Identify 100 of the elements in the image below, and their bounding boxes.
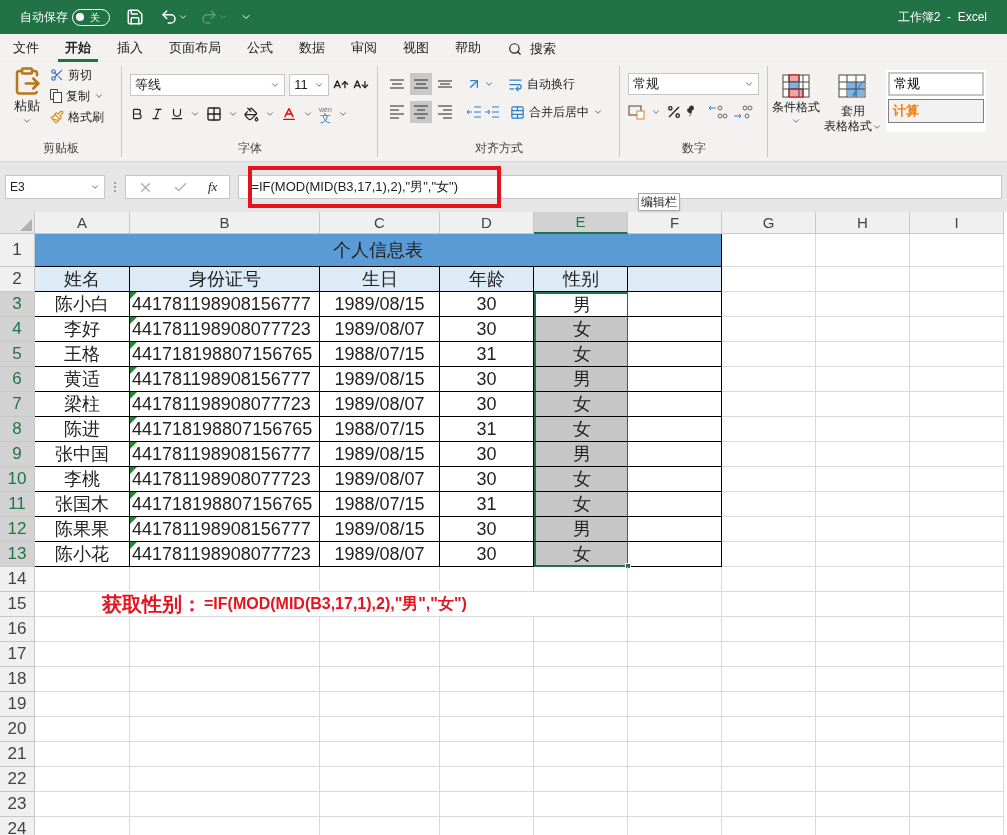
column-header[interactable]: G: [722, 212, 816, 234]
wrap-text-button[interactable]: 自动换行: [508, 75, 575, 93]
column-header[interactable]: A: [35, 212, 130, 234]
caret-icon: [228, 109, 238, 119]
align-right-icon: [438, 105, 452, 119]
borders-icon[interactable]: [206, 106, 222, 122]
increase-decimal-icon[interactable]: [708, 104, 728, 120]
align-button[interactable]: [410, 101, 432, 123]
merge-center-button[interactable]: 合并后居中: [510, 103, 603, 121]
grid-cell[interactable]: [628, 342, 722, 367]
grid-cell[interactable]: [628, 367, 722, 392]
row-header: 20: [0, 717, 35, 742]
comma-icon[interactable]: [687, 105, 695, 119]
caret-icon: [791, 116, 801, 126]
copy-icon: [50, 89, 62, 103]
row-header: 8: [0, 417, 35, 442]
increase-indent-icon[interactable]: [484, 105, 500, 119]
italic-icon[interactable]: [150, 107, 164, 121]
row-header: 1: [0, 234, 35, 267]
table-cell: 441718198807156765: [130, 417, 320, 442]
caret-icon: [218, 12, 228, 22]
table-cell: 王格: [35, 342, 130, 367]
table-cell: 李桃: [35, 467, 130, 492]
scissors-icon: [50, 68, 64, 82]
accounting-icon[interactable]: [628, 104, 646, 120]
table-format-icon: [838, 74, 868, 100]
menu-tab[interactable]: 数据: [292, 36, 332, 62]
menu-tab[interactable]: 文件: [6, 36, 46, 62]
column-header[interactable]: I: [910, 212, 1004, 234]
select-all-button[interactable]: [0, 212, 35, 234]
column-header[interactable]: B: [130, 212, 320, 234]
menu-tab[interactable]: 公式: [240, 36, 280, 62]
paste-button[interactable]: 粘贴: [8, 66, 46, 139]
table-cell: 1988/07/15: [320, 492, 440, 517]
bold-icon[interactable]: [130, 107, 144, 121]
grid-cell[interactable]: [628, 467, 722, 492]
decrease-indent-icon[interactable]: [466, 105, 482, 119]
font-name-field[interactable]: 等线: [130, 74, 286, 96]
menu-tab[interactable]: 审阅: [344, 36, 384, 62]
table-cell: 陈小白: [35, 292, 130, 317]
grid-cell[interactable]: [628, 392, 722, 417]
undo-icon[interactable]: [160, 8, 178, 26]
decrease-decimal-icon[interactable]: [733, 104, 753, 120]
row-header: 21: [0, 742, 35, 767]
row-header: 15: [0, 592, 35, 617]
column-header[interactable]: E: [534, 212, 628, 234]
menu-tab[interactable]: 插入: [110, 36, 150, 62]
row-header: 13: [0, 542, 35, 567]
column-header[interactable]: D: [440, 212, 534, 234]
grid-cell[interactable]: [628, 492, 722, 517]
menu-tab[interactable]: 帮助: [448, 36, 488, 62]
caret-icon: [90, 182, 100, 192]
search-button[interactable]: 搜索: [500, 36, 564, 62]
row-header: 4: [0, 317, 35, 342]
table-format-button[interactable]: 套用 表格格式: [824, 74, 882, 157]
align-button[interactable]: [410, 73, 432, 95]
fill-color-icon[interactable]: [244, 106, 259, 122]
underline-icon[interactable]: [170, 107, 184, 121]
table-cell: 梁柱: [35, 392, 130, 417]
caret-icon: [744, 79, 754, 89]
number-format-field[interactable]: 常规: [628, 73, 759, 95]
table-cell: 441718198807156765: [130, 342, 320, 367]
grid-cell[interactable]: [628, 442, 722, 467]
percent-icon[interactable]: [666, 104, 682, 120]
redo-icon[interactable]: [200, 8, 218, 26]
row-header: 7: [0, 392, 35, 417]
column-header[interactable]: H: [816, 212, 910, 234]
align-middle-icon: [414, 79, 428, 89]
table-cell: 女: [534, 542, 628, 567]
insert-function-button[interactable]: fx: [208, 177, 218, 197]
save-icon[interactable]: [126, 8, 144, 26]
grid-cell[interactable]: [628, 292, 722, 317]
table-cell: 女: [534, 492, 628, 517]
conditional-format-button[interactable]: 条件格式: [772, 74, 820, 157]
column-header[interactable]: C: [320, 212, 440, 234]
caret-icon: [651, 107, 661, 117]
caret-icon: [265, 109, 275, 119]
format-painter-button[interactable]: 格式刷: [50, 108, 104, 126]
grid-cell[interactable]: [628, 317, 722, 342]
table-cell: 女: [534, 317, 628, 342]
table-cell: 女: [534, 342, 628, 367]
cut-button[interactable]: 剪切: [50, 66, 104, 84]
row-header: 2: [0, 267, 35, 292]
cell-style-item[interactable]: 常规: [888, 72, 984, 96]
align-bottom-icon: [438, 80, 452, 88]
row-header: 14: [0, 567, 35, 592]
grid-cell[interactable]: [628, 417, 722, 442]
name-box[interactable]: E3: [5, 175, 105, 199]
copy-button[interactable]: 复制: [50, 87, 104, 105]
row-header: 18: [0, 667, 35, 692]
column-header[interactable]: F: [628, 212, 722, 234]
font-color-icon[interactable]: [281, 106, 297, 122]
grid-cell[interactable]: [628, 542, 722, 567]
menu-tab[interactable]: 视图: [396, 36, 436, 62]
menu-tab[interactable]: 页面布局: [162, 36, 228, 62]
table-cell: 441781198908077723: [130, 542, 320, 567]
font-size-field[interactable]: 11: [289, 74, 330, 96]
grid-cell[interactable]: [628, 517, 722, 542]
fill-handle[interactable]: [625, 563, 631, 569]
align-center-icon: [414, 105, 428, 119]
